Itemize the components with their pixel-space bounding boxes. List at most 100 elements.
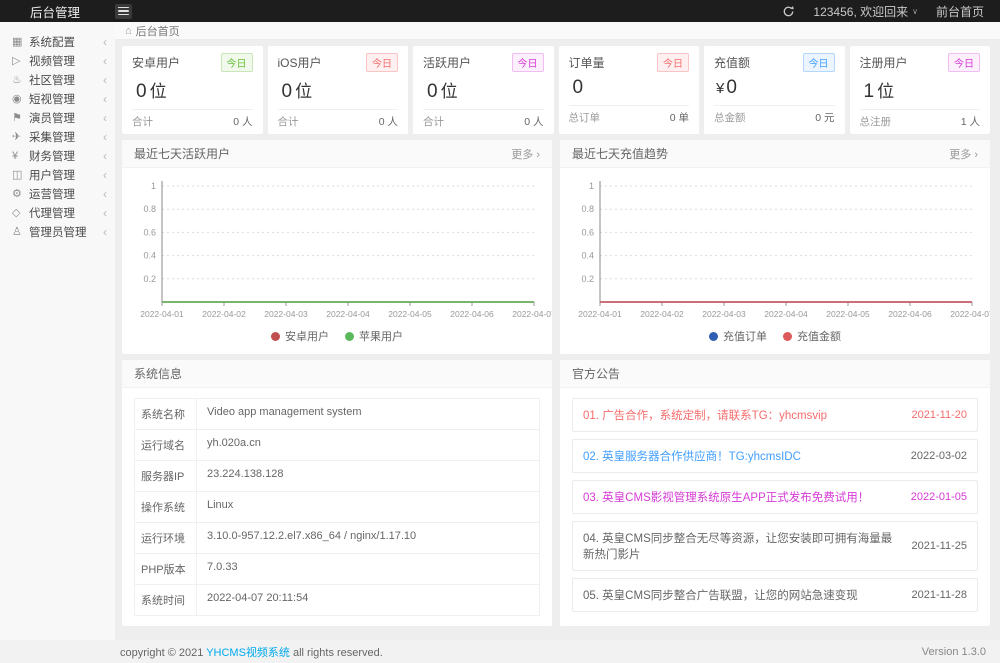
- today-badge: 今日: [657, 53, 689, 72]
- more-link[interactable]: 更多 ›: [949, 146, 978, 162]
- svg-text:2022-04-01: 2022-04-01: [140, 309, 184, 319]
- svg-text:0.4: 0.4: [143, 251, 156, 261]
- stat-cards-row: 安卓用户 今日 0位 合计 0 人 iOS用户 今日 0 位 合计 0 人 活跃…: [122, 46, 990, 134]
- sidebar-item[interactable]: ◫ 用户管理 ‹: [0, 165, 115, 184]
- stat-card-value: 0: [572, 77, 584, 98]
- admin-icon: ♙: [12, 226, 22, 238]
- chart-title: 最近七天活跃用户: [134, 147, 231, 161]
- announcement-text: 03. 英皇CMS影视管理系统原生APP正式发布免费试用！: [583, 492, 870, 504]
- more-link[interactable]: 更多 ›: [511, 146, 540, 162]
- svg-text:0.8: 0.8: [143, 204, 156, 214]
- user-menu[interactable]: 123456, 欢迎回来 ∨: [813, 3, 918, 20]
- table-row: PHP版本 7.0.33: [135, 554, 539, 585]
- chart-title: 最近七天充值趋势: [572, 147, 669, 161]
- stat-card-label: 活跃用户: [423, 56, 472, 70]
- svg-text:2022-04-05: 2022-04-05: [826, 309, 870, 319]
- sidebar-item[interactable]: ⚙ 运营管理 ‹: [0, 184, 115, 203]
- announcement-text: 01. 广告合作，系统定制，请联系TG：yhcmsvip: [583, 410, 828, 422]
- brand-link[interactable]: YHCMS视频系统: [206, 647, 290, 659]
- legend-item[interactable]: 充值金额: [783, 328, 841, 344]
- table-row: 系统名称 Video app management system: [135, 399, 539, 430]
- announcement-date: 2021-11-28: [911, 589, 967, 601]
- sidebar-item-label: 代理管理: [29, 207, 75, 220]
- legend-item[interactable]: 充值订单: [709, 328, 767, 344]
- hamburger-menu-icon[interactable]: [115, 3, 132, 19]
- svg-text:1: 1: [151, 181, 156, 191]
- panel-title: 官方公告: [572, 367, 621, 381]
- chevron-left-icon: ‹: [103, 53, 107, 68]
- chevron-left-icon: ‹: [103, 91, 107, 106]
- today-badge: 今日: [220, 53, 253, 72]
- table-row: 操作系统 Linux: [135, 492, 539, 523]
- sidebar-item[interactable]: ¥ 财务管理 ‹: [0, 146, 115, 165]
- legend-label: 苹果用户: [359, 331, 403, 343]
- announcement-item[interactable]: 05. 英皇CMS同步整合广告联盟，让您的网站急速变现 2021-11-28: [572, 578, 978, 612]
- sidebar-item[interactable]: ♙ 管理员管理 ‹: [0, 222, 115, 241]
- today-badge: 今日: [366, 53, 398, 72]
- svg-text:2022-04-02: 2022-04-02: [640, 309, 684, 319]
- svg-text:2022-04-01: 2022-04-01: [578, 309, 622, 319]
- stat-card-footer-label: 合计: [132, 116, 153, 128]
- stat-card: 充值额 今日 ¥0 总金额 0 元: [704, 46, 845, 134]
- legend-label: 充值金额: [797, 331, 841, 343]
- svg-text:0.4: 0.4: [581, 251, 594, 261]
- sidebar-item[interactable]: ⚑ 演员管理 ‹: [0, 108, 115, 127]
- stat-card-value: 0位: [281, 81, 313, 102]
- announcement-date: 2021-11-20: [911, 409, 967, 421]
- system-info-value: Video app management system: [207, 406, 362, 418]
- table-row: 运行域名 yh.020a.cn: [135, 430, 539, 461]
- frontend-home-link[interactable]: 前台首页: [936, 3, 984, 20]
- table-row: 运行环境 3.10.0-957.12.2.el7.x86_64 / nginx/…: [135, 523, 539, 554]
- announcement-item[interactable]: 04. 英皇CMS同步整合无尽等资源，让您安装即可拥有海量最新热门影片 2021…: [572, 521, 978, 571]
- announcement-item[interactable]: 02. 英皇服务器合作供应商！TG:yhcmsIDC 2022-03-02: [572, 439, 978, 473]
- stat-card: 订单量 今日 0 总订单 0 单: [558, 46, 699, 134]
- sidebar-item-label: 短视管理: [29, 93, 75, 106]
- announcements-panel: 官方公告 01. 广告合作，系统定制，请联系TG：yhcmsvip 2021-1…: [560, 360, 990, 626]
- chevron-left-icon: ‹: [103, 72, 107, 87]
- sidebar-item[interactable]: ♨ 社区管理 ‹: [0, 70, 115, 89]
- legend-item[interactable]: 安卓用户: [271, 328, 329, 344]
- stat-card-footer-value: 0 人: [524, 116, 544, 128]
- chevron-left-icon: ‹: [103, 224, 107, 239]
- svg-text:2022-04-04: 2022-04-04: [764, 309, 808, 319]
- today-badge: 今日: [948, 53, 980, 72]
- announcement-item[interactable]: 03. 英皇CMS影视管理系统原生APP正式发布免费试用！ 2022-01-05: [572, 480, 978, 514]
- legend-item[interactable]: 苹果用户: [345, 328, 403, 344]
- sidebar-item-label: 用户管理: [29, 169, 75, 182]
- refresh-icon[interactable]: [782, 5, 795, 18]
- system-info-value: 2022-04-07 20:11:54: [207, 592, 309, 604]
- announcement-date: 2021-11-25: [911, 540, 967, 552]
- stat-card: iOS用户 今日 0位 合计 0 人: [267, 46, 408, 134]
- sidebar-item-label: 演员管理: [29, 112, 75, 125]
- announcement-item[interactable]: 01. 广告合作，系统定制，请联系TG：yhcmsvip 2021-11-20: [572, 398, 978, 432]
- announcement-list: 01. 广告合作，系统定制，请联系TG：yhcmsvip 2021-11-20 …: [572, 398, 978, 612]
- breadcrumb-home-label[interactable]: 后台首页: [136, 23, 180, 39]
- recharge-trend-chart-panel: 最近七天充值趋势 更多 › 0.2 0.4 0.6 0.8 1 2022-04-01 202…: [560, 140, 990, 354]
- svg-text:2022-04-04: 2022-04-04: [326, 309, 370, 319]
- sidebar: ▦ 系统配置 ‹ ▷ 视频管理 ‹ ♨ 社区管理 ‹ ◉ 短视管理 ‹ ⚑ 演员…: [0, 22, 115, 640]
- panel-title: 系统信息: [134, 367, 183, 381]
- today-badge: 今日: [802, 53, 835, 72]
- stat-card-label: 充值额: [714, 56, 751, 70]
- system-info-table: 系统名称 Video app management system 运行域名 yh…: [134, 398, 540, 616]
- sidebar-item[interactable]: ◉ 短视管理 ‹: [0, 89, 115, 108]
- finance-icon: ¥: [12, 149, 19, 162]
- sidebar-item-label: 采集管理: [29, 131, 75, 144]
- home-icon: ⌂: [125, 24, 132, 37]
- user-welcome-text: 123456, 欢迎回来: [813, 4, 909, 19]
- svg-text:2022-04-05: 2022-04-05: [388, 309, 432, 319]
- svg-text:2022-04-03: 2022-04-03: [702, 309, 746, 319]
- stat-card-value: 0位: [136, 81, 167, 102]
- svg-text:1: 1: [589, 181, 594, 191]
- stat-card-footer-label: 总订单: [568, 112, 601, 124]
- sidebar-item-label: 社区管理: [29, 74, 75, 87]
- legend-label: 充值订单: [723, 331, 767, 343]
- sidebar-item[interactable]: ✈ 采集管理 ‹: [0, 127, 115, 146]
- sidebar-item[interactable]: ▷ 视频管理 ‹: [0, 51, 115, 70]
- stat-card-value: 1位: [863, 81, 895, 102]
- table-row: 服务器IP 23.224.138.128: [135, 461, 539, 492]
- svg-text:0.8: 0.8: [581, 204, 594, 214]
- grid-icon: ▦: [12, 36, 23, 48]
- sidebar-item[interactable]: ▦ 系统配置 ‹: [0, 32, 115, 51]
- sidebar-item[interactable]: ◇ 代理管理 ‹: [0, 203, 115, 222]
